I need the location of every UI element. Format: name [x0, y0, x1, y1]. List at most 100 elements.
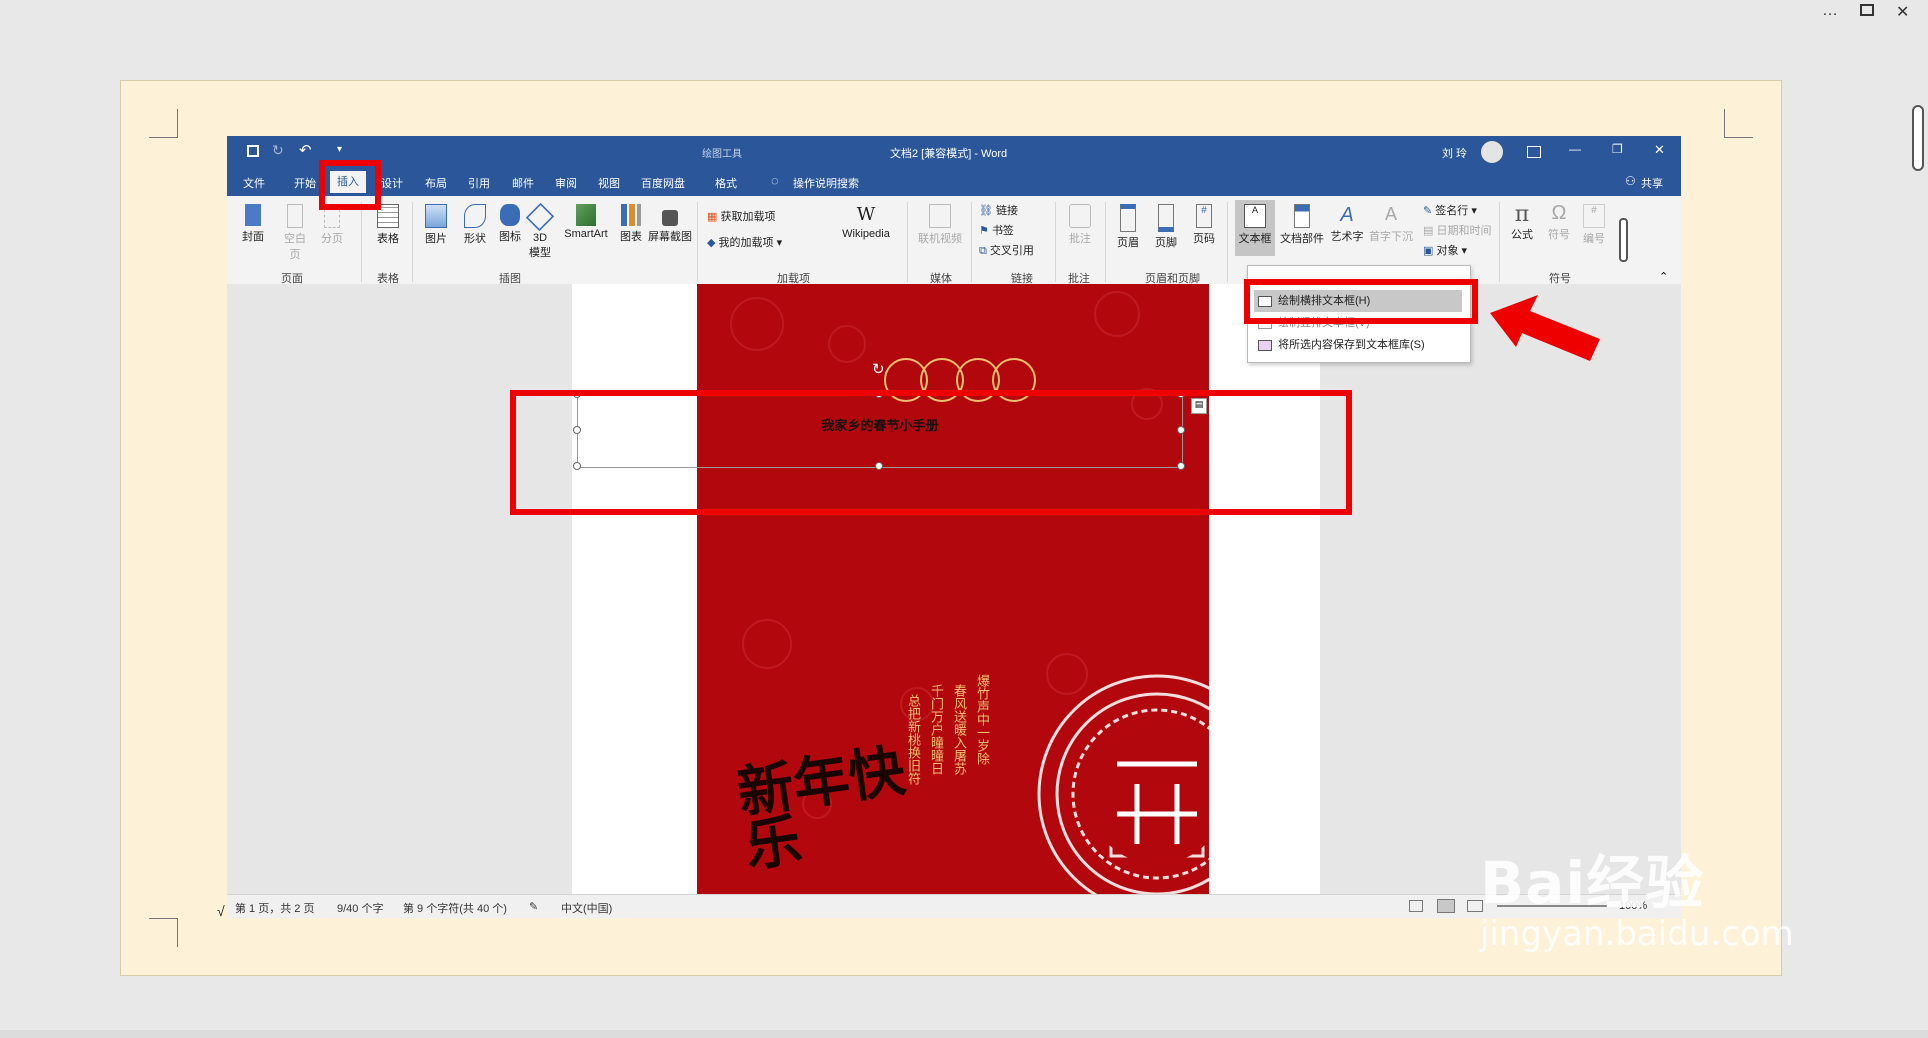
print-layout-icon[interactable]	[1437, 899, 1455, 913]
cover-page-button[interactable]: 封面	[241, 204, 265, 244]
shapes-label: 形状	[464, 233, 486, 245]
screenshot-label: 屏幕截图	[648, 231, 692, 243]
vertical-scrollbar[interactable]	[1912, 105, 1924, 171]
watermark-url: jingyan.baidu.com	[1480, 914, 1794, 954]
smartart-label: SmartArt	[564, 228, 608, 240]
close-icon[interactable]: ✕	[1654, 142, 1665, 158]
wikipedia-label: Wikipedia	[842, 228, 890, 240]
store-icon: ▦	[707, 211, 718, 223]
tab-mailings[interactable]: 邮件	[512, 175, 534, 191]
numbering-button[interactable]: # 编号	[1579, 204, 1609, 246]
header-button[interactable]: 页眉	[1113, 204, 1143, 250]
minimize-icon[interactable]: —	[1569, 142, 1581, 156]
tab-layout[interactable]: 布局	[425, 175, 447, 191]
save-selection-to-gallery[interactable]: 将所选内容保存到文本框库(S)	[1254, 334, 1462, 356]
wordart-button[interactable]: A 艺术字	[1329, 204, 1365, 244]
tab-review[interactable]: 审阅	[555, 175, 577, 191]
ribbon-display-options-icon[interactable]	[1527, 146, 1541, 158]
collapse-ribbon-icon[interactable]: ⌃	[1659, 270, 1668, 283]
online-video-button[interactable]: 联机视频	[915, 204, 965, 246]
table-button[interactable]: 表格	[373, 204, 403, 246]
horizontal-scrollbar[interactable]	[0, 1030, 1928, 1038]
customize-quick-access-icon[interactable]: ▾	[337, 144, 342, 155]
share-button[interactable]: 共享	[1641, 175, 1663, 191]
rotate-handle-icon[interactable]: ↻	[872, 360, 885, 378]
smartart-button[interactable]: SmartArt	[560, 204, 612, 240]
signature-line-button[interactable]: ✎ 签名行 ▾	[1423, 202, 1477, 218]
blank-page-button[interactable]: 空白页	[279, 204, 311, 262]
comment-button[interactable]: 批注	[1063, 204, 1097, 246]
more-options-icon[interactable]: …	[1822, 2, 1838, 20]
tab-format[interactable]: 格式	[715, 175, 737, 191]
page-break-button[interactable]: 分页	[319, 204, 345, 246]
highlight-draw-text-box	[1244, 279, 1478, 324]
restore-icon[interactable]: ❐	[1612, 142, 1623, 156]
quick-parts-button[interactable]: 文档部件	[1279, 204, 1325, 246]
ribbon-tabs: 文件 开始 插入 设计 布局 引用 邮件 审阅 视图 百度网盘 格式 ◌ 操作说…	[227, 168, 1681, 196]
proofing-icon[interactable]: ✎	[529, 900, 538, 913]
tell-me-search[interactable]: 操作说明搜索	[793, 175, 859, 191]
symbol-button[interactable]: Ω 符号	[1544, 202, 1574, 242]
icons-button[interactable]: 图标	[499, 204, 521, 244]
word-count[interactable]: 9/40 个字	[337, 900, 383, 916]
pictures-button[interactable]: 图片	[421, 204, 451, 246]
3d-models-button[interactable]: 3D 模型	[525, 202, 555, 260]
shapes-button[interactable]: 形状	[460, 204, 490, 246]
page-number-button[interactable]: # 页码	[1189, 204, 1219, 246]
footer-button[interactable]: 页脚	[1151, 204, 1181, 250]
save-icon[interactable]	[247, 145, 259, 157]
undo-icon[interactable]: ↶	[299, 141, 312, 159]
text-box-button[interactable]: A 文本框	[1235, 200, 1275, 256]
blank-page-icon	[287, 204, 303, 228]
ribbon-separator	[361, 202, 362, 282]
language[interactable]: 中文(中国)	[561, 900, 612, 916]
link-button[interactable]: ⛓ 链接	[979, 202, 1018, 218]
chart-button[interactable]: 图表	[619, 204, 643, 244]
cross-reference-button[interactable]: ⧉ 交叉引用	[979, 242, 1034, 258]
highlight-text-box	[510, 390, 1352, 515]
save-to-gallery-icon	[1258, 340, 1272, 351]
save-to-gallery-label: 将所选内容保存到文本框库(S)	[1278, 339, 1425, 351]
page-number-icon: #	[1196, 204, 1212, 228]
read-mode-icon[interactable]	[1409, 900, 1423, 912]
tab-baidu-netdisk[interactable]: 百度网盘	[641, 175, 685, 191]
page-count[interactable]: 第 1 页，共 2 页	[235, 900, 314, 916]
numbering-label: 编号	[1583, 233, 1605, 245]
tab-design[interactable]: 设计	[381, 175, 403, 191]
highlight-insert-tab	[319, 160, 381, 210]
addins-icon: ◆	[707, 237, 716, 249]
host-titlebar: … ✕	[0, 0, 1928, 30]
tab-view[interactable]: 视图	[598, 175, 620, 191]
window-title: 文档2 [兼容模式] - Word	[890, 148, 1008, 160]
cross-reference-icon: ⧉	[979, 245, 987, 257]
check-mark: √	[217, 903, 225, 919]
date-time-button[interactable]: ▤ 日期和时间	[1423, 222, 1491, 238]
object-button[interactable]: ▣ 对象 ▾	[1423, 242, 1467, 258]
tab-file[interactable]: 文件	[243, 175, 265, 191]
wordart-label: 艺术字	[1330, 231, 1364, 243]
close-window-icon[interactable]: ✕	[1896, 2, 1909, 22]
character-count[interactable]: 第 9 个字符(共 40 个)	[403, 900, 507, 916]
tab-home[interactable]: 开始	[294, 175, 316, 191]
bookmark-button[interactable]: ⚑ 书签	[979, 222, 1014, 238]
equation-button[interactable]: π 公式	[1507, 202, 1537, 242]
drop-cap-button[interactable]: A 首字下沉	[1368, 204, 1414, 244]
cover-poem: 总把新桃换旧符 千门万户曈曈日 春风送暖入屠苏 爆竹声中一岁除	[903, 674, 991, 785]
ribbon-separator	[1499, 202, 1500, 282]
drop-cap-icon: A	[1384, 204, 1397, 224]
ribbon-scroll-handle[interactable]	[1619, 218, 1628, 262]
wikipedia-icon: W	[856, 204, 876, 225]
watermark-brand: Bai经验	[1480, 849, 1705, 917]
restore-window-icon[interactable]	[1860, 4, 1874, 16]
my-addins-button[interactable]: ◆ 我的加载项 ▾	[707, 234, 782, 250]
lightbulb-icon: ◌	[771, 173, 779, 188]
avatar[interactable]	[1481, 141, 1503, 163]
wikipedia-button[interactable]: W Wikipedia	[835, 204, 897, 240]
link-label: 链接	[996, 205, 1019, 217]
user-name[interactable]: 刘 玲	[1442, 145, 1467, 161]
get-addins-button[interactable]: ▦ 获取加载项	[707, 208, 775, 224]
screenshot-button[interactable]: 屏幕截图	[648, 204, 692, 244]
poem-line: 总把新桃换旧符	[905, 694, 920, 785]
redo-icon[interactable]: ↻	[272, 142, 284, 159]
tab-references[interactable]: 引用	[468, 175, 490, 191]
